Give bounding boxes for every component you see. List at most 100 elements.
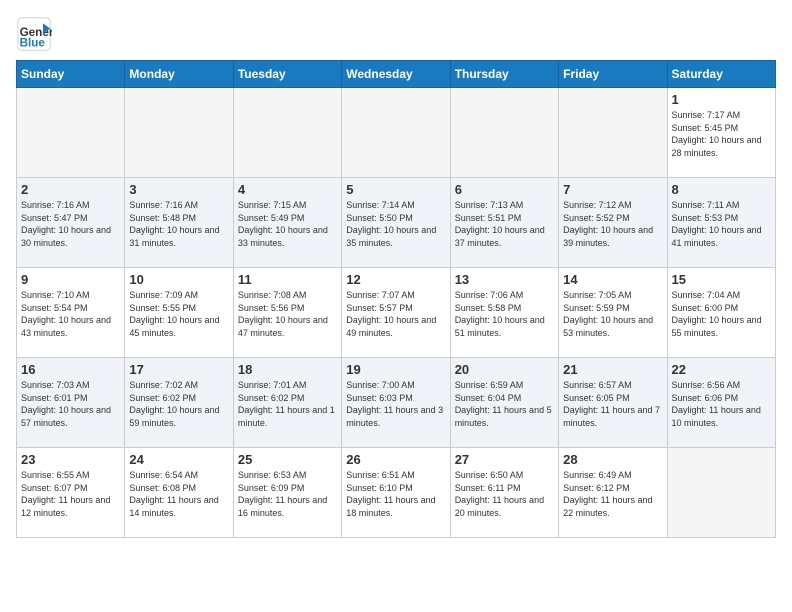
calendar-day-cell: 14 Sunrise: 7:05 AM Sunset: 5:59 PM Dayli… <box>559 268 667 358</box>
weekday-header-saturday: Saturday <box>667 61 775 88</box>
day-info: Sunrise: 7:04 AM Sunset: 6:00 PM Dayligh… <box>672 289 771 339</box>
day-number: 17 <box>129 362 228 377</box>
calendar-day-cell <box>667 448 775 538</box>
calendar-day-cell: 24 Sunrise: 6:54 AM Sunset: 6:08 PM Dayli… <box>125 448 233 538</box>
calendar-day-cell: 16 Sunrise: 7:03 AM Sunset: 6:01 PM Dayli… <box>17 358 125 448</box>
calendar-day-cell: 20 Sunrise: 6:59 AM Sunset: 6:04 PM Dayli… <box>450 358 558 448</box>
calendar-day-cell: 8Sunrise: 7:11 AM Sunset: 5:53 PM Daylig… <box>667 178 775 268</box>
calendar-table: SundayMondayTuesdayWednesdayThursdayFrid… <box>16 60 776 538</box>
logo-icon: General Blue <box>16 16 52 52</box>
day-number: 20 <box>455 362 554 377</box>
day-info: Sunrise: 7:01 AM Sunset: 6:02 PM Dayligh… <box>238 379 337 429</box>
calendar-day-cell <box>342 88 450 178</box>
calendar-day-cell <box>233 88 341 178</box>
day-number: 10 <box>129 272 228 287</box>
day-number: 15 <box>672 272 771 287</box>
day-number: 1 <box>672 92 771 107</box>
calendar-day-cell: 15 Sunrise: 7:04 AM Sunset: 6:00 PM Dayli… <box>667 268 775 358</box>
day-info: Sunrise: 7:02 AM Sunset: 6:02 PM Dayligh… <box>129 379 228 429</box>
calendar-day-cell: 10 Sunrise: 7:09 AM Sunset: 5:55 PM Dayli… <box>125 268 233 358</box>
day-number: 4 <box>238 182 337 197</box>
day-number: 19 <box>346 362 445 377</box>
calendar-day-cell: 17 Sunrise: 7:02 AM Sunset: 6:02 PM Dayli… <box>125 358 233 448</box>
day-number: 9 <box>21 272 120 287</box>
day-number: 11 <box>238 272 337 287</box>
page-header: General Blue <box>16 16 776 52</box>
day-number: 18 <box>238 362 337 377</box>
calendar-day-cell <box>125 88 233 178</box>
calendar-day-cell: 19 Sunrise: 7:00 AM Sunset: 6:03 PM Dayli… <box>342 358 450 448</box>
day-info: Sunrise: 7:13 AM Sunset: 5:51 PM Dayligh… <box>455 199 554 249</box>
day-info: Sunrise: 7:07 AM Sunset: 5:57 PM Dayligh… <box>346 289 445 339</box>
weekday-header-row: SundayMondayTuesdayWednesdayThursdayFrid… <box>17 61 776 88</box>
calendar-week-row: 1 Sunrise: 7:17 AM Sunset: 5:45 PM Daylig… <box>17 88 776 178</box>
day-number: 13 <box>455 272 554 287</box>
day-number: 27 <box>455 452 554 467</box>
day-info: Sunrise: 6:50 AM Sunset: 6:11 PM Dayligh… <box>455 469 554 519</box>
day-info: Sunrise: 7:09 AM Sunset: 5:55 PM Dayligh… <box>129 289 228 339</box>
day-info: Sunrise: 6:51 AM Sunset: 6:10 PM Dayligh… <box>346 469 445 519</box>
day-number: 6 <box>455 182 554 197</box>
weekday-header-wednesday: Wednesday <box>342 61 450 88</box>
logo: General Blue <box>16 16 54 52</box>
day-info: Sunrise: 7:16 AM Sunset: 5:48 PM Dayligh… <box>129 199 228 249</box>
svg-text:Blue: Blue <box>20 37 46 50</box>
day-info: Sunrise: 7:17 AM Sunset: 5:45 PM Dayligh… <box>672 109 771 159</box>
day-info: Sunrise: 7:16 AM Sunset: 5:47 PM Dayligh… <box>21 199 120 249</box>
weekday-header-friday: Friday <box>559 61 667 88</box>
calendar-day-cell: 18 Sunrise: 7:01 AM Sunset: 6:02 PM Dayli… <box>233 358 341 448</box>
day-info: Sunrise: 6:54 AM Sunset: 6:08 PM Dayligh… <box>129 469 228 519</box>
calendar-day-cell: 11 Sunrise: 7:08 AM Sunset: 5:56 PM Dayli… <box>233 268 341 358</box>
calendar-day-cell: 6 Sunrise: 7:13 AM Sunset: 5:51 PM Daylig… <box>450 178 558 268</box>
day-number: 14 <box>563 272 662 287</box>
calendar-day-cell: 5Sunrise: 7:14 AM Sunset: 5:50 PM Daylig… <box>342 178 450 268</box>
day-info: Sunrise: 7:15 AM Sunset: 5:49 PM Dayligh… <box>238 199 337 249</box>
calendar-week-row: 9 Sunrise: 7:10 AM Sunset: 5:54 PM Daylig… <box>17 268 776 358</box>
day-number: 3 <box>129 182 228 197</box>
calendar-day-cell: 13 Sunrise: 7:06 AM Sunset: 5:58 PM Dayli… <box>450 268 558 358</box>
calendar-day-cell: 25Sunrise: 6:53 AM Sunset: 6:09 PM Dayli… <box>233 448 341 538</box>
weekday-header-tuesday: Tuesday <box>233 61 341 88</box>
weekday-header-thursday: Thursday <box>450 61 558 88</box>
calendar-week-row: 16 Sunrise: 7:03 AM Sunset: 6:01 PM Dayli… <box>17 358 776 448</box>
calendar-day-cell: 3 Sunrise: 7:16 AM Sunset: 5:48 PM Daylig… <box>125 178 233 268</box>
calendar-day-cell: 23 Sunrise: 6:55 AM Sunset: 6:07 PM Dayli… <box>17 448 125 538</box>
day-info: Sunrise: 7:05 AM Sunset: 5:59 PM Dayligh… <box>563 289 662 339</box>
day-info: Sunrise: 6:59 AM Sunset: 6:04 PM Dayligh… <box>455 379 554 429</box>
calendar-day-cell: 9 Sunrise: 7:10 AM Sunset: 5:54 PM Daylig… <box>17 268 125 358</box>
calendar-day-cell: 2 Sunrise: 7:16 AM Sunset: 5:47 PM Daylig… <box>17 178 125 268</box>
calendar-day-cell: 7 Sunrise: 7:12 AM Sunset: 5:52 PM Daylig… <box>559 178 667 268</box>
day-info: Sunrise: 6:57 AM Sunset: 6:05 PM Dayligh… <box>563 379 662 429</box>
day-number: 16 <box>21 362 120 377</box>
calendar-day-cell: 1 Sunrise: 7:17 AM Sunset: 5:45 PM Daylig… <box>667 88 775 178</box>
day-number: 25 <box>238 452 337 467</box>
day-number: 23 <box>21 452 120 467</box>
calendar-day-cell: 21Sunrise: 6:57 AM Sunset: 6:05 PM Dayli… <box>559 358 667 448</box>
day-info: Sunrise: 7:10 AM Sunset: 5:54 PM Dayligh… <box>21 289 120 339</box>
day-info: Sunrise: 7:00 AM Sunset: 6:03 PM Dayligh… <box>346 379 445 429</box>
day-info: Sunrise: 7:11 AM Sunset: 5:53 PM Dayligh… <box>672 199 771 249</box>
day-number: 24 <box>129 452 228 467</box>
day-number: 7 <box>563 182 662 197</box>
day-number: 2 <box>21 182 120 197</box>
day-info: Sunrise: 7:12 AM Sunset: 5:52 PM Dayligh… <box>563 199 662 249</box>
weekday-header-monday: Monday <box>125 61 233 88</box>
day-number: 12 <box>346 272 445 287</box>
day-info: Sunrise: 7:03 AM Sunset: 6:01 PM Dayligh… <box>21 379 120 429</box>
calendar-day-cell: 12 Sunrise: 7:07 AM Sunset: 5:57 PM Dayli… <box>342 268 450 358</box>
calendar-day-cell <box>450 88 558 178</box>
calendar-day-cell: 28 Sunrise: 6:49 AM Sunset: 6:12 PM Dayli… <box>559 448 667 538</box>
day-info: Sunrise: 6:55 AM Sunset: 6:07 PM Dayligh… <box>21 469 120 519</box>
day-info: Sunrise: 7:06 AM Sunset: 5:58 PM Dayligh… <box>455 289 554 339</box>
calendar-day-cell: 22Sunrise: 6:56 AM Sunset: 6:06 PM Dayli… <box>667 358 775 448</box>
calendar-day-cell <box>17 88 125 178</box>
day-info: Sunrise: 6:56 AM Sunset: 6:06 PM Dayligh… <box>672 379 771 429</box>
calendar-week-row: 23 Sunrise: 6:55 AM Sunset: 6:07 PM Dayli… <box>17 448 776 538</box>
calendar-day-cell: 26Sunrise: 6:51 AM Sunset: 6:10 PM Dayli… <box>342 448 450 538</box>
day-info: Sunrise: 7:14 AM Sunset: 5:50 PM Dayligh… <box>346 199 445 249</box>
day-info: Sunrise: 7:08 AM Sunset: 5:56 PM Dayligh… <box>238 289 337 339</box>
day-number: 28 <box>563 452 662 467</box>
calendar-day-cell <box>559 88 667 178</box>
day-info: Sunrise: 6:49 AM Sunset: 6:12 PM Dayligh… <box>563 469 662 519</box>
weekday-header-sunday: Sunday <box>17 61 125 88</box>
